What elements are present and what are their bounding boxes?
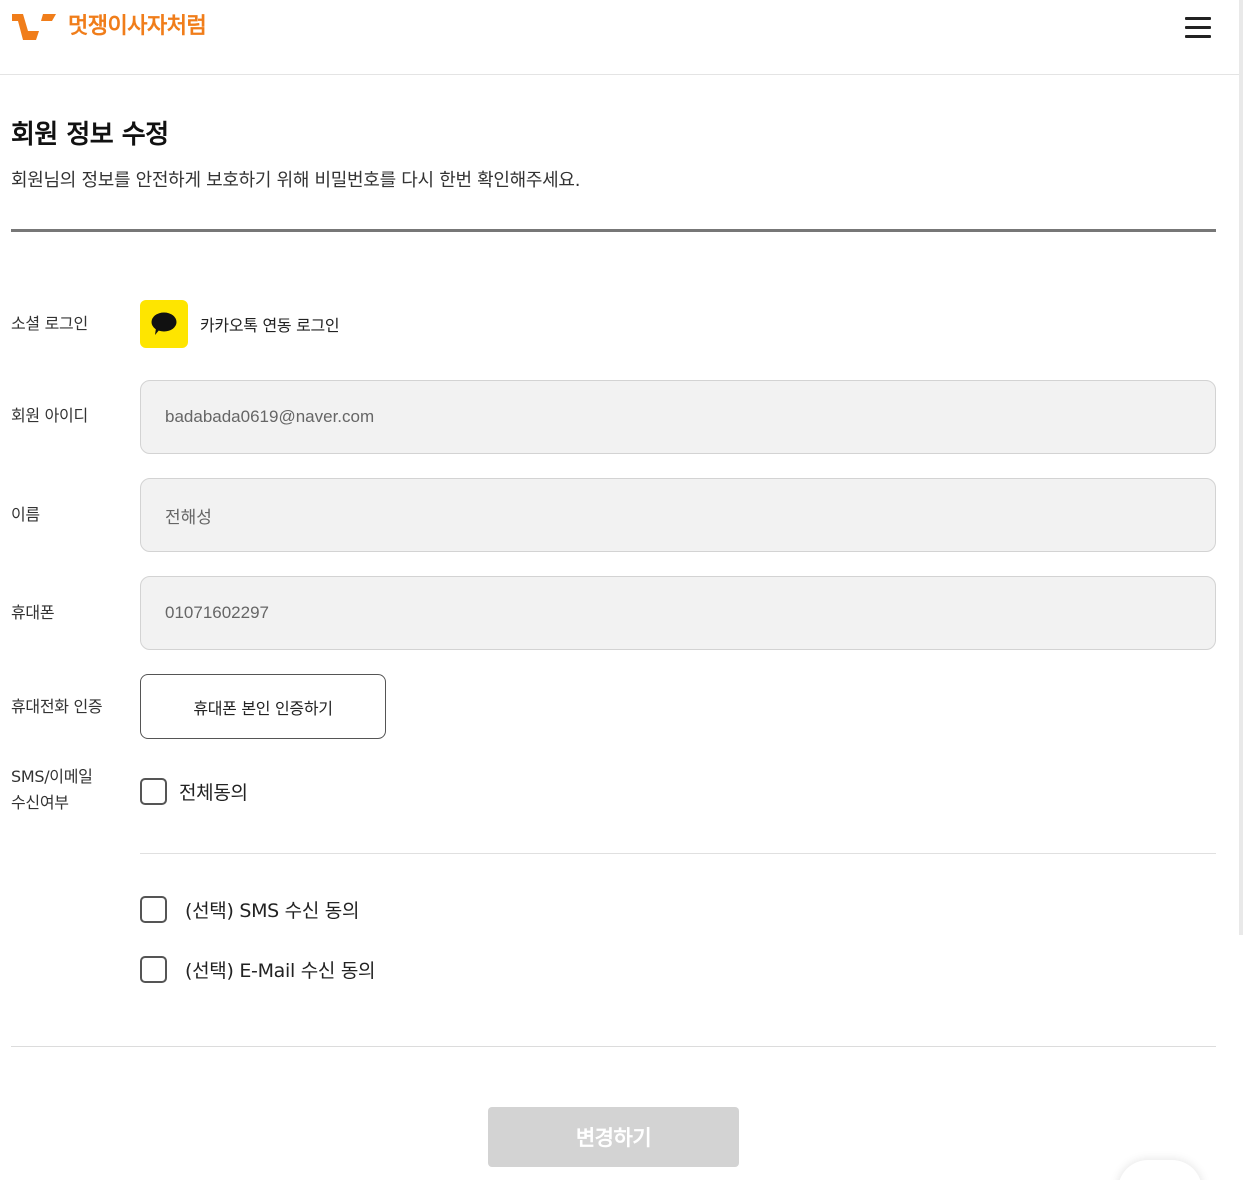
- checkbox-icon[interactable]: [140, 778, 167, 805]
- kakao-talk-icon[interactable]: [140, 300, 188, 348]
- page-title: 회원 정보 수정: [11, 120, 169, 150]
- consent-divider: [140, 853, 1216, 854]
- floating-action-button[interactable]: [1118, 1160, 1202, 1180]
- user-id-field[interactable]: badabada0619@naver.com: [140, 380, 1216, 454]
- consent-all-checkbox[interactable]: 전체동의: [140, 778, 248, 805]
- consent-email-checkbox[interactable]: (선택) E-Mail 수신 동의: [140, 956, 375, 983]
- submit-button[interactable]: 변경하기: [488, 1107, 739, 1167]
- title-divider: [11, 229, 1216, 232]
- consent-email-label: (선택) E-Mail 수신 동의: [185, 960, 376, 982]
- consent-sms-label: (선택) SMS 수신 동의: [185, 900, 360, 922]
- consent-sms-checkbox[interactable]: (선택) SMS 수신 동의: [140, 896, 359, 923]
- site-logo[interactable]: 멋쟁이사자처럼: [12, 12, 207, 42]
- form-bottom-divider: [11, 1046, 1216, 1047]
- consent-label-line2: 수신여부: [11, 793, 69, 812]
- phone-field[interactable]: 01071602297: [140, 576, 1216, 650]
- consent-label: SMS/이메일 수신여부: [11, 764, 93, 816]
- page-description: 회원님의 정보를 안전하게 보호하기 위해 비밀번호를 다시 한번 확인해주세요…: [11, 170, 581, 191]
- name-field[interactable]: 전해성: [140, 478, 1216, 552]
- phone-label: 휴대폰: [11, 603, 55, 622]
- hamburger-menu-icon[interactable]: [1180, 12, 1216, 44]
- site-header: 멋쟁이사자처럼: [0, 0, 1243, 75]
- phone-verify-label: 휴대전화 인증: [11, 697, 103, 716]
- scrollbar[interactable]: [1239, 0, 1243, 935]
- checkbox-icon[interactable]: [140, 956, 167, 983]
- user-id-label: 회원 아이디: [11, 406, 88, 425]
- kakao-login-text: 카카오톡 연동 로그인: [200, 316, 340, 335]
- social-login-label: 소셜 로그인: [11, 314, 88, 333]
- consent-all-label: 전체동의: [179, 782, 248, 804]
- name-label: 이름: [11, 505, 40, 524]
- consent-label-line1: SMS/이메일: [11, 767, 93, 786]
- checkbox-icon[interactable]: [140, 896, 167, 923]
- phone-verify-button[interactable]: 휴대폰 본인 인증하기: [140, 674, 386, 739]
- lion-logo-icon: [12, 12, 60, 42]
- logo-text: 멋쟁이사자처럼: [68, 14, 207, 39]
